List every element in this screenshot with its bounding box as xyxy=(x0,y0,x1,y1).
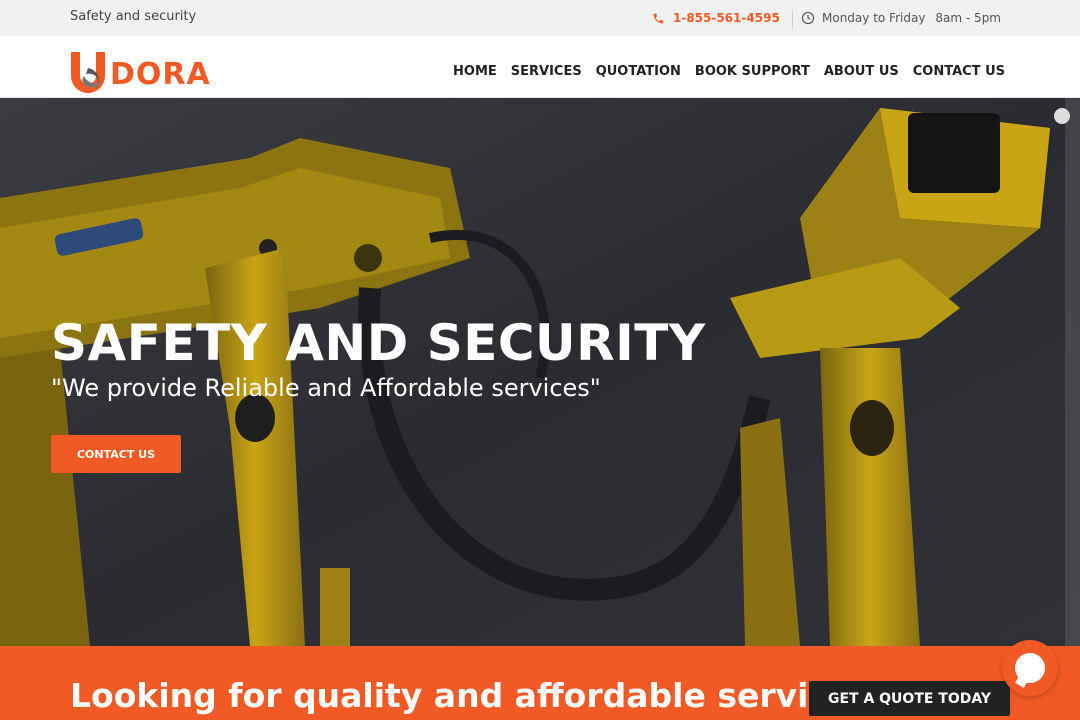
clock-icon xyxy=(801,11,815,25)
quote-banner: Looking for quality and affordable servi… xyxy=(0,646,1080,720)
chat-widget-button[interactable] xyxy=(1002,640,1058,696)
site-header: DORA HOME SERVICES QUOTATION BOOK SUPPOR… xyxy=(0,36,1080,98)
nav-home[interactable]: HOME xyxy=(453,64,497,79)
hero-title: SAFETY AND SECURITY xyxy=(51,314,706,372)
site-logo[interactable]: DORA xyxy=(68,50,211,96)
quote-headline: Looking for quality and affordable servi… xyxy=(70,676,870,715)
loading-spinner-icon xyxy=(1054,108,1070,124)
hero-subtitle: "We provide Reliable and Affordable serv… xyxy=(51,374,601,402)
nav-about-us[interactable]: ABOUT US xyxy=(824,64,899,79)
phone-icon xyxy=(653,13,664,23)
nav-contact-us[interactable]: CONTACT US xyxy=(913,64,1005,79)
phone-number: 1-855-561-4595 xyxy=(673,11,780,25)
phone-link[interactable]: 1-855-561-4595 xyxy=(652,11,780,25)
hero-contact-button[interactable]: CONTACT US xyxy=(51,435,181,473)
business-hours: Monday to Friday 8am - 5pm xyxy=(801,11,1001,25)
chat-bubble-icon xyxy=(1015,653,1045,683)
topbar-tagline: Safety and security xyxy=(70,9,197,24)
nav-book-support[interactable]: BOOK SUPPORT xyxy=(695,64,810,79)
hero-section: SAFETY AND SECURITY "We provide Reliable… xyxy=(0,98,1080,646)
top-info-bar: Safety and security 1-855-561-4595 Monda… xyxy=(0,0,1080,36)
hours-time: 8am - 5pm xyxy=(935,11,1001,25)
logo-text: DORA xyxy=(110,56,211,92)
main-nav: HOME SERVICES QUOTATION BOOK SUPPORT ABO… xyxy=(453,64,1005,79)
nav-services[interactable]: SERVICES xyxy=(511,64,582,79)
logo-mark-icon xyxy=(71,52,105,93)
hours-days: Monday to Friday xyxy=(822,11,926,25)
topbar-divider xyxy=(792,10,793,28)
nav-quotation[interactable]: QUOTATION xyxy=(596,64,681,79)
get-quote-button[interactable]: GET A QUOTE TODAY xyxy=(809,681,1010,716)
hero-background-image xyxy=(0,98,1080,646)
